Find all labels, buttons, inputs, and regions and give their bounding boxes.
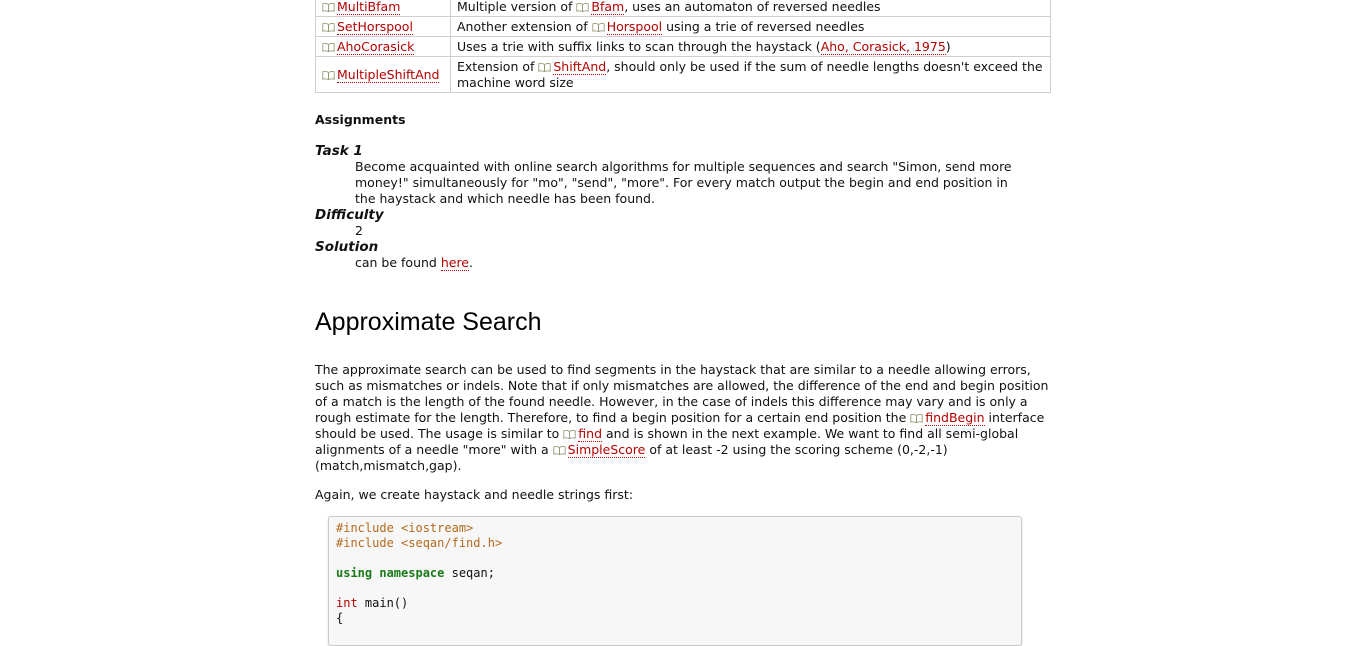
table-row: MultiBfam Multiple version of Bfam, uses…	[315, 0, 1051, 17]
desc-link[interactable]: Bfam	[591, 0, 625, 15]
task-list: Task 1 Become acquainted with online sea…	[315, 143, 1051, 271]
difficulty-label: Difficulty	[315, 207, 384, 223]
table-cell-name: AhoCorasick	[315, 36, 451, 57]
algorithm-link[interactable]: AhoCorasick	[337, 39, 415, 55]
algorithm-link[interactable]: MultiBfam	[337, 0, 401, 15]
solution-link[interactable]: here	[440, 255, 469, 271]
code-line: {	[336, 611, 344, 625]
book-icon	[553, 446, 566, 455]
table-row: SetHorspool Another extension of Horspoo…	[315, 16, 1051, 37]
desc-text: Extension of	[457, 59, 539, 74]
code-text: main()	[357, 596, 409, 610]
book-icon	[592, 23, 605, 32]
desc-text: using a trie of reversed needles	[662, 19, 865, 34]
desc-link[interactable]: Horspool	[606, 19, 663, 35]
table-cell-desc: Uses a trie with suffix links to scan th…	[450, 36, 1051, 57]
table-cell-name: MultipleShiftAnd	[315, 56, 451, 93]
desc-text: Uses a trie with suffix links to scan th…	[457, 39, 821, 54]
algorithm-link[interactable]: MultipleShiftAnd	[337, 67, 440, 83]
code-type: int	[336, 596, 358, 610]
code-block: #include <iostream> #include <seqan/find…	[328, 516, 1022, 646]
desc-text: Another extension of	[457, 19, 592, 34]
table-cell-desc: Another extension of Horspool using a tr…	[450, 16, 1051, 37]
book-icon	[563, 430, 576, 439]
book-icon	[538, 63, 551, 72]
desc-link[interactable]: ShiftAnd	[553, 59, 607, 75]
code-line: #include <iostream>	[336, 521, 474, 535]
section-title: Approximate Search	[315, 308, 542, 336]
code-line: using namespace seqan;	[336, 566, 1014, 581]
task-label: Task 1	[315, 143, 363, 159]
book-icon	[322, 23, 335, 32]
haystack-paragraph: Again, we create haystack and needle str…	[315, 487, 634, 502]
solution-prefix: can be found	[355, 255, 441, 270]
task-text: Become acquainted with online search alg…	[355, 159, 1012, 206]
solution-text: can be found here.	[355, 255, 1025, 271]
table-cell-name: SetHorspool	[315, 16, 451, 37]
assignments-heading: Assignments	[315, 112, 406, 127]
algorithm-table: MultiBfam Multiple version of Bfam, uses…	[315, 0, 1051, 93]
solution-suffix: .	[469, 255, 473, 270]
solution-label: Solution	[315, 239, 379, 255]
intro-paragraph: The approximate search can be used to fi…	[315, 362, 1051, 474]
difficulty-value: 2	[355, 223, 363, 238]
table-row: MultipleShiftAnd Extension of ShiftAnd, …	[315, 56, 1051, 93]
code-text: seqan;	[444, 566, 495, 580]
table-cell-name: MultiBfam	[315, 0, 451, 17]
desc-text: Multiple version of	[457, 0, 577, 14]
table-cell-desc: Multiple version of Bfam, uses an automa…	[450, 0, 1051, 17]
citation-link[interactable]: Aho, Corasick, 1975	[820, 39, 946, 55]
book-icon	[910, 414, 923, 423]
code-line: int main()	[336, 596, 1014, 611]
book-icon	[322, 3, 335, 12]
find-link[interactable]: find	[578, 426, 603, 442]
book-icon	[322, 71, 335, 80]
desc-text: , uses an automaton of reversed needles	[624, 0, 881, 14]
algorithm-link[interactable]: SetHorspool	[337, 19, 413, 35]
table-row: AhoCorasick Uses a trie with suffix link…	[315, 36, 1051, 57]
book-icon	[576, 3, 589, 12]
findbegin-link[interactable]: findBegin	[925, 410, 985, 426]
table-cell-desc: Extension of ShiftAnd, should only be us…	[450, 56, 1051, 93]
content-page: MultiBfam Multiple version of Bfam, uses…	[315, 0, 1051, 646]
code-line: #include <seqan/find.h>	[336, 536, 503, 550]
simplescore-link[interactable]: SimpleScore	[567, 442, 646, 458]
code-keyword: using namespace	[336, 566, 445, 580]
book-icon	[322, 43, 335, 52]
desc-text: )	[945, 39, 951, 54]
